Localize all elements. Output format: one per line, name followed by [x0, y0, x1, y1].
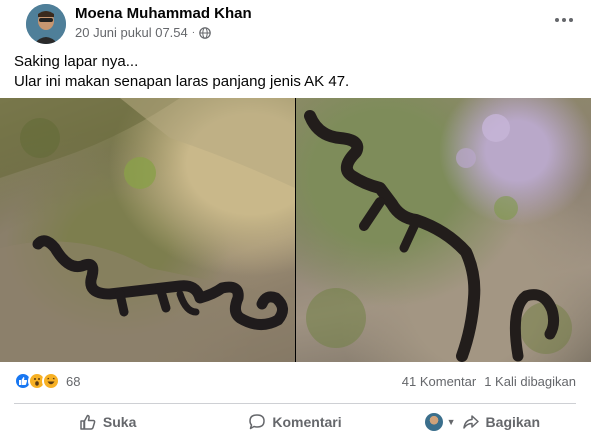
- meta-separator: ·: [191, 27, 196, 38]
- share-icon: [462, 413, 480, 431]
- post-timestamp[interactable]: 20 Juni pukul 07.54: [75, 25, 188, 40]
- post-actions: Suka Komentari ▼ Bagikan: [14, 406, 576, 438]
- snake-photo-right[interactable]: [296, 98, 591, 362]
- actions-divider: [14, 403, 576, 404]
- comment-count-link[interactable]: 41 Komentar: [402, 374, 476, 389]
- more-options-icon[interactable]: [550, 6, 578, 34]
- engagement-counts: 41 Komentar 1 Kali dibagikan: [402, 374, 576, 389]
- post-media[interactable]: [0, 98, 591, 362]
- share-button[interactable]: ▼ Bagikan: [389, 406, 576, 438]
- like-button[interactable]: Suka: [14, 406, 201, 438]
- author-name[interactable]: Moena Muhammad Khan: [75, 5, 252, 22]
- post-text: Saking lapar nya... Ular ini makan senap…: [14, 52, 574, 92]
- author-avatar[interactable]: [26, 4, 66, 44]
- globe-icon[interactable]: [199, 26, 211, 39]
- post-stats: 68 41 Komentar 1 Kali dibagikan: [14, 372, 576, 394]
- comment-button-label: Komentari: [272, 414, 342, 430]
- reactions-summary[interactable]: 68: [14, 372, 80, 390]
- facebook-post: Moena Muhammad Khan 20 Juni pukul 07.54 …: [0, 0, 591, 438]
- comment-icon: [248, 413, 266, 431]
- haha-icon: [42, 372, 60, 390]
- reaction-count: 68: [66, 373, 81, 389]
- post-meta: 20 Juni pukul 07.54 ·: [75, 25, 211, 40]
- share-count-link[interactable]: 1 Kali dibagikan: [484, 374, 576, 389]
- snake-photo-left[interactable]: [0, 98, 295, 362]
- share-audience-selector[interactable]: ▼: [424, 413, 456, 431]
- share-button-label: Bagikan: [485, 414, 541, 430]
- comment-button[interactable]: Komentari: [201, 406, 388, 438]
- post-text-line: Saking lapar nya...: [14, 53, 139, 70]
- thumbs-up-icon: [79, 413, 97, 431]
- post-text-line: Ular ini makan senapan laras panjang jen…: [14, 73, 350, 90]
- avatar: [424, 413, 443, 431]
- post-header: Moena Muhammad Khan 20 Juni pukul 07.54 …: [14, 0, 584, 44]
- like-button-label: Suka: [102, 414, 137, 430]
- chevron-down-icon: ▼: [446, 417, 456, 427]
